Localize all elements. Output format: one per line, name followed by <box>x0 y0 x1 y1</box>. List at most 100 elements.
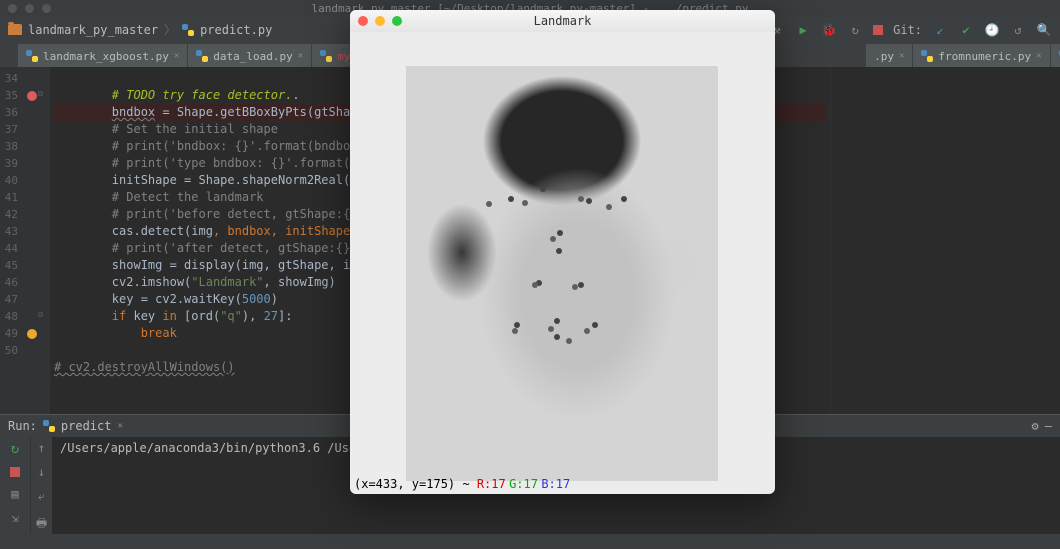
python-icon <box>182 24 194 36</box>
python-icon <box>43 420 55 432</box>
landmark-dot-red <box>606 204 612 210</box>
tab-label: .py <box>874 50 894 63</box>
wrap-icon[interactable]: ⤶ <box>38 489 45 504</box>
tab-label: landmark_xgboost.py <box>43 50 169 63</box>
rerun-icon[interactable]: ↻ <box>11 441 19 457</box>
run-label: Run: <box>8 419 37 433</box>
python-icon <box>320 50 332 62</box>
float-titlebar[interactable]: Landmark <box>350 10 775 32</box>
code-token: cv2.imshow( <box>112 275 191 289</box>
status-g: G:17 <box>509 477 538 491</box>
tab-hidden-py[interactable]: .py ✕ <box>866 44 912 67</box>
close-icon[interactable]: ✕ <box>899 51 904 61</box>
debug-button[interactable]: 🐞 <box>821 22 837 38</box>
close-icon[interactable]: ✕ <box>174 51 179 61</box>
git-label: Git: <box>893 23 922 37</box>
code-token: key <box>126 309 162 323</box>
tab-fromnumeric[interactable]: fromnumeric.py✕ <box>913 44 1049 67</box>
toolbar-right: ⚒ ▶ 🐞 ↻ Git: ↙ ✔ 🕘 ↺ 🔍 <box>769 22 1052 38</box>
landmark-dot-red <box>486 201 492 207</box>
search-icon[interactable]: 🔍 <box>1036 22 1052 38</box>
status-xy: (x=433, y=175) ~ <box>354 477 477 491</box>
landmark-dot-blue <box>621 196 627 202</box>
breakpoint-icon[interactable] <box>27 91 37 101</box>
code-token: in <box>162 309 176 323</box>
fold-icon[interactable]: ⊟ <box>38 89 43 98</box>
run-side-toolbar: ↻ ▤ ⇲ <box>0 437 30 535</box>
tab-lbfregressor[interactable]: lbfRegressor✕ <box>1051 44 1060 67</box>
minimize-icon[interactable] <box>375 16 385 26</box>
chevron-right-icon: 〉 <box>164 21 176 38</box>
folder-icon <box>8 24 22 35</box>
git-revert-icon[interactable]: ↺ <box>1010 22 1026 38</box>
down-icon[interactable]: ↓ <box>38 465 45 479</box>
status-r: R:17 <box>477 477 506 491</box>
landmark-image <box>406 66 718 481</box>
code-token: 5000 <box>242 292 271 306</box>
run-button[interactable]: ▶ <box>795 22 811 38</box>
landmark-dot-red <box>578 196 584 202</box>
git-history-icon[interactable]: 🕘 <box>984 22 1000 38</box>
breadcrumb-folder: landmark_py_master <box>28 23 158 37</box>
landmark-dot-blue <box>554 318 560 324</box>
status-b: B:17 <box>541 477 570 491</box>
landmark-window[interactable]: Landmark (x=433, y=175) ~ R:17 G:17 B:17 <box>350 10 775 494</box>
print-icon[interactable]: 🖶 <box>36 514 47 535</box>
landmark-dot-red <box>584 328 590 334</box>
landmark-dot-red <box>532 282 538 288</box>
close-icon[interactable]: ✕ <box>117 421 122 431</box>
lightbulb-icon[interactable] <box>27 329 37 339</box>
layout-icon[interactable]: ▤ <box>11 487 18 501</box>
python-icon <box>196 50 208 62</box>
landmark-dot-red <box>548 326 554 332</box>
gear-icon[interactable]: ⚙ <box>1032 419 1039 433</box>
rerun-icon[interactable]: ↻ <box>847 22 863 38</box>
code-line: # Set the initial shape <box>112 122 278 136</box>
stop-icon[interactable] <box>10 467 20 477</box>
tab-label: data_load.py <box>213 50 292 63</box>
code-token: ]: <box>278 309 292 323</box>
landmark-dot-red <box>566 338 572 344</box>
close-icon[interactable]: ✕ <box>1036 51 1041 61</box>
zoom-icon[interactable] <box>392 16 402 26</box>
code-line: # TODO try face detector. <box>112 88 293 102</box>
landmark-dot-red <box>512 328 518 334</box>
code-token: if <box>112 309 126 323</box>
code-line: # print('bndbox: {}'.format(bndbox)) <box>112 139 372 153</box>
code-line: # Detect the landmark <box>112 190 264 204</box>
python-icon <box>921 50 933 62</box>
code-token: cas.detect(img <box>112 224 213 238</box>
code-token: key = cv2.waitKey( <box>112 292 242 306</box>
landmark-dot-blue <box>556 248 562 254</box>
fold-icon[interactable]: ⊟ <box>38 310 43 319</box>
landmark-dot-blue <box>540 186 546 192</box>
landmark-dot-blue <box>508 196 514 202</box>
landmark-dot-red <box>550 236 556 242</box>
close-icon[interactable] <box>358 16 368 26</box>
code-token: ) <box>271 292 278 306</box>
git-update-icon[interactable]: ↙ <box>932 22 948 38</box>
float-toolbar <box>350 32 775 68</box>
code-token: 27 <box>264 309 278 323</box>
run-config-name[interactable]: predict <box>61 419 112 433</box>
editor-minimap[interactable] <box>830 67 1060 414</box>
up-icon[interactable]: ↑ <box>38 441 45 455</box>
minimize-icon[interactable]: — <box>1045 419 1052 433</box>
close-icon[interactable]: ✕ <box>298 51 303 61</box>
status-bar <box>0 534 1060 549</box>
landmark-dot-blue <box>554 334 560 340</box>
breadcrumb[interactable]: landmark_py_master 〉 predict.py <box>8 21 272 38</box>
tab-landmark-xgboost[interactable]: landmark_xgboost.py ✕ <box>18 44 187 67</box>
code-token: , bndbox <box>213 224 271 238</box>
tab-data-load[interactable]: data_load.py ✕ <box>188 44 311 67</box>
code-token: , showImg) <box>264 275 336 289</box>
line-gutter: 3435363738394041424344454647484950 <box>0 67 20 414</box>
code-line: # cv2.destroyAllWindows() <box>54 360 235 374</box>
gutter-icons: ⊟ ⊟ <box>20 67 50 414</box>
stop-button[interactable] <box>873 25 883 35</box>
export-icon[interactable]: ⇲ <box>11 511 18 525</box>
git-commit-icon[interactable]: ✔ <box>958 22 974 38</box>
run-side-toolbar-2: ↑ ↓ ⤶ 🖶 <box>30 437 52 535</box>
code-token: = Shape.getBBoxByPts(gtShape) <box>155 105 372 119</box>
console-line: /Users/apple/anaconda3/bin/python3.6 /Us… <box>60 441 392 455</box>
